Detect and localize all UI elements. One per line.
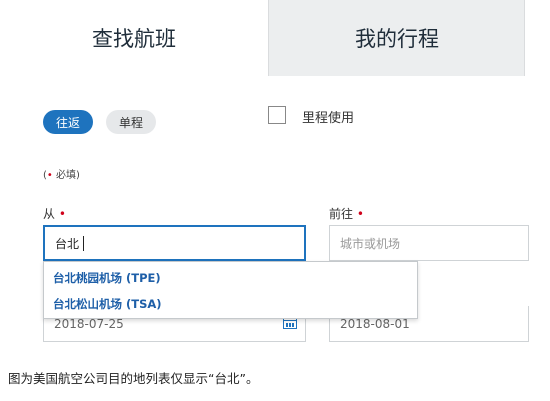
to-label-text: 前往 [329, 207, 354, 221]
required-note-text: 必填) [52, 170, 80, 181]
from-label: 从 • [43, 205, 66, 222]
one-way-label: 单程 [118, 115, 143, 130]
to-required-marker: • [356, 207, 364, 221]
tab-my-trips-label: 我的行程 [355, 27, 439, 51]
text-caret [83, 235, 85, 251]
tab-find-flights[interactable]: 查找航班 [0, 0, 268, 76]
suggestion-item-tsa[interactable]: 台北松山机场 (TSA) [53, 296, 162, 312]
miles-checkbox[interactable] [268, 106, 286, 124]
from-required-marker: • [58, 207, 66, 221]
from-input-value: 台北 [55, 236, 80, 251]
required-note: (• 必填) [43, 166, 80, 181]
round-trip-label: 往返 [55, 115, 80, 130]
one-way-button[interactable]: 单程 [106, 110, 156, 134]
airport-suggestion-list: 台北桃园机场 (TPE) 台北松山机场 (TSA) [43, 261, 418, 319]
miles-label: 里程使用 [302, 111, 355, 126]
image-caption: 图为美国航空公司目的地列表仅显示“台北”。 [8, 371, 259, 386]
to-label: 前往 • [329, 205, 364, 222]
tab-bar-edge [524, 0, 550, 76]
to-input-placeholder: 城市或机场 [340, 236, 401, 251]
tab-find-flights-label: 查找航班 [92, 27, 176, 51]
to-input[interactable]: 城市或机场 [329, 225, 529, 261]
from-input[interactable]: 台北 [43, 225, 306, 261]
tab-my-trips[interactable]: 我的行程 [268, 0, 525, 76]
suggestion-item-tpe[interactable]: 台北桃园机场 (TPE) [53, 270, 161, 286]
from-label-text: 从 [43, 207, 56, 221]
round-trip-button[interactable]: 往返 [43, 110, 93, 134]
tab-bar: 查找航班 我的行程 [0, 0, 550, 76]
